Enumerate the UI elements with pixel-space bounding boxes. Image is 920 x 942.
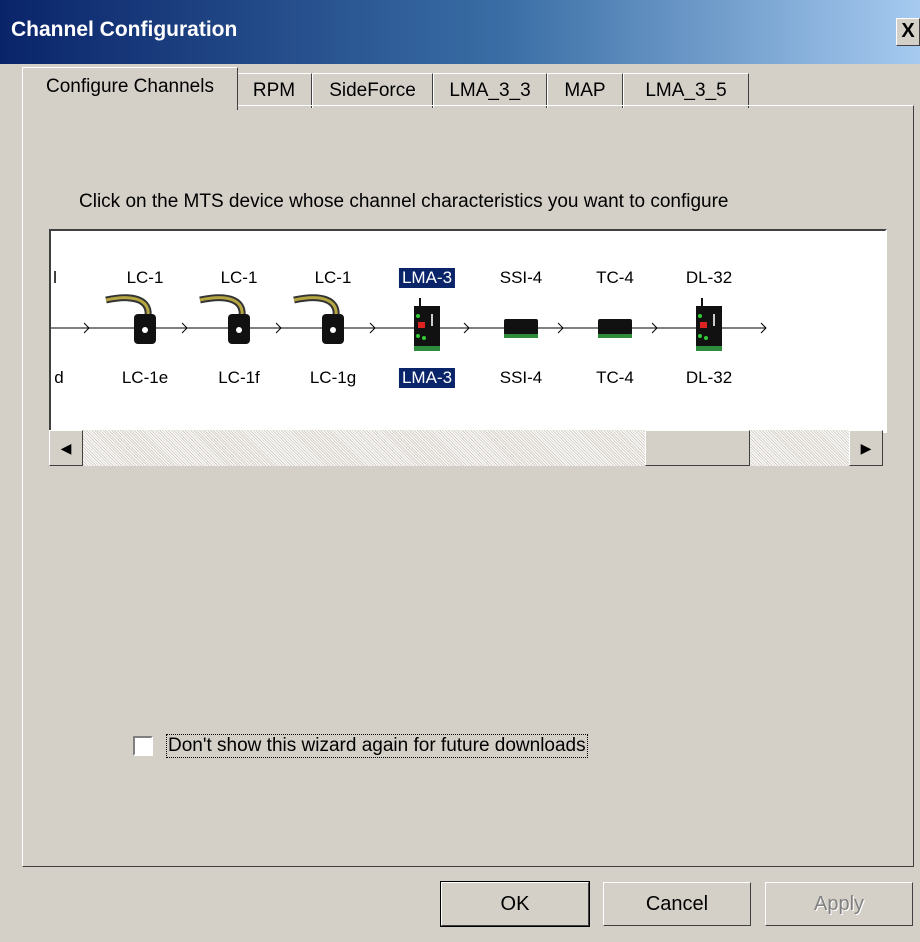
device-label-partial-bottom[interactable]: d: [54, 368, 63, 388]
lc1-sensor-icon[interactable]: [105, 294, 156, 344]
device-label-partial-top[interactable]: l: [53, 268, 57, 288]
ssi4-module-icon[interactable]: [504, 319, 538, 338]
tab-configure-channels[interactable]: Configure Channels: [22, 67, 238, 110]
device-label-tc-4[interactable]: TC-4: [596, 268, 634, 288]
dont-show-checkbox[interactable]: [133, 736, 153, 756]
scroll-right-icon[interactable]: ▶: [849, 430, 883, 466]
tab-lma-3-5[interactable]: LMA_3_5: [623, 73, 749, 108]
device-name-lc-1g[interactable]: LC-1g: [310, 368, 356, 388]
device-name-dl-32[interactable]: DL-32: [686, 368, 732, 388]
device-label-lma-3[interactable]: LMA-3: [398, 268, 456, 288]
tc4-module-icon[interactable]: [598, 319, 632, 338]
lc1-sensor-icon[interactable]: [293, 294, 344, 344]
device-label-ssi-4[interactable]: SSI-4: [500, 268, 543, 288]
window-title: Channel Configuration: [11, 18, 238, 41]
instruction-text: Click on the MTS device whose channel ch…: [79, 191, 729, 212]
scroll-left-icon[interactable]: ◀: [49, 430, 83, 466]
device-label-lc-1[interactable]: LC-1: [127, 268, 164, 288]
lc1-sensor-icon[interactable]: [199, 294, 250, 344]
device-label-lc-1[interactable]: LC-1: [221, 268, 258, 288]
device-name-ssi-4[interactable]: SSI-4: [500, 368, 543, 388]
ok-button[interactable]: OK: [440, 881, 590, 927]
tab-rpm[interactable]: RPM: [236, 73, 312, 108]
dl32-logger-icon[interactable]: [696, 298, 722, 351]
device-name-lma-3[interactable]: LMA-3: [398, 368, 456, 388]
device-name-tc-4[interactable]: TC-4: [596, 368, 634, 388]
tab-sideforce[interactable]: SideForce: [312, 73, 433, 108]
tab-map[interactable]: MAP: [547, 73, 623, 108]
tab-lma-3-3[interactable]: LMA_3_3: [433, 73, 547, 108]
horizontal-scrollbar[interactable]: ◀ ▶: [49, 430, 883, 466]
lma3-module-icon[interactable]: [414, 298, 440, 351]
dont-show-label[interactable]: Don't show this wizard again for future …: [166, 734, 588, 758]
titlebar[interactable]: Channel Configuration X: [0, 0, 920, 64]
apply-button[interactable]: Apply: [765, 882, 913, 926]
device-name-lc-1f[interactable]: LC-1f: [218, 368, 260, 388]
device-chain-view[interactable]: l d LC-1 LC-1e LC-1 LC-1f LC-1 LC-1g LMA-3 LMA-3 S…: [49, 229, 887, 433]
device-chain-graphic: [51, 294, 767, 351]
device-label-dl-32[interactable]: DL-32: [686, 268, 732, 288]
tab-strip: Configure Channels RPM SideForce LMA_3_3 MAP…: [22, 67, 892, 110]
cancel-button[interactable]: Cancel: [603, 882, 751, 926]
close-icon[interactable]: X: [896, 18, 920, 46]
scroll-thumb[interactable]: [644, 430, 750, 466]
device-label-lc-1[interactable]: LC-1: [315, 268, 352, 288]
device-name-lc-1e[interactable]: LC-1e: [122, 368, 168, 388]
